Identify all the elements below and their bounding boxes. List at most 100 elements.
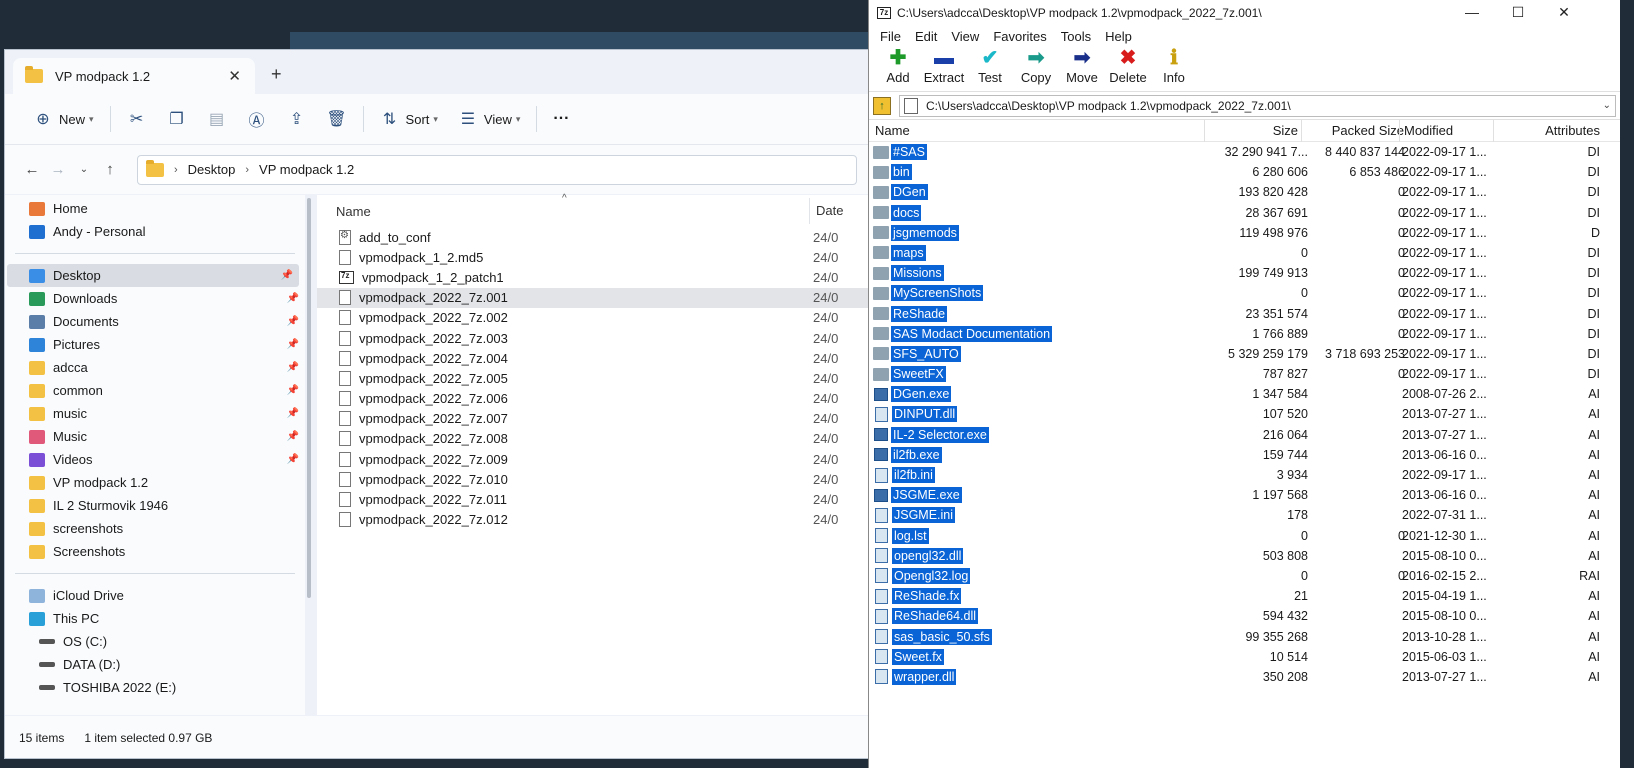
archive-row[interactable]: log.lst 0 0 2021-12-30 1... AI <box>869 526 1620 546</box>
sidebar-item[interactable]: DATA (D:) <box>5 653 305 676</box>
path-field[interactable]: C:\Users\adcca\Desktop\VP modpack 1.2\vp… <box>899 94 1616 117</box>
test-button[interactable]: ✔ Test <box>967 46 1013 85</box>
archive-row[interactable]: wrapper.dll 350 208 2013-07-27 1... AI <box>869 667 1620 687</box>
file-row[interactable]: vpmodpack_2022_7z.007 24/0 <box>317 409 869 429</box>
sidebar-item[interactable]: screenshots <box>5 517 305 540</box>
archive-row[interactable]: SFS_AUTO 5 329 259 179 3 718 693 253 2022-0… <box>869 344 1620 364</box>
column-size[interactable]: Size <box>1273 123 1298 138</box>
sidebar-item[interactable]: Pictures 📌 <box>5 333 305 356</box>
file-row[interactable]: vpmodpack_2022_7z.008 24/0 <box>317 429 869 449</box>
menu-file[interactable]: File <box>873 29 908 44</box>
menu-favorites[interactable]: Favorites <box>986 29 1053 44</box>
close-window-icon[interactable]: ✕ <box>1541 0 1587 26</box>
chevron-down-icon[interactable]: ⌄ <box>1603 100 1611 111</box>
archive-row[interactable]: IL-2 Selector.exe 216 064 2013-07-27 1... A… <box>869 425 1620 445</box>
archive-row[interactable]: maps 0 0 2022-09-17 1... DI <box>869 243 1620 263</box>
close-tab-icon[interactable]: ✕ <box>228 67 241 85</box>
menu-view[interactable]: View <box>944 29 986 44</box>
column-date[interactable]: Date <box>809 198 843 224</box>
column-packed-size[interactable]: Packed Size <box>1332 123 1404 138</box>
file-row[interactable]: vpmodpack_2022_7z.009 24/0 <box>317 449 869 469</box>
sidebar-item[interactable]: Screenshots <box>5 540 305 563</box>
new-button[interactable]: ⊕ New ▾ <box>23 103 104 135</box>
sidebar-item[interactable]: Downloads 📌 <box>5 287 305 310</box>
file-row[interactable]: vpmodpack_2022_7z.010 24/0 <box>317 469 869 489</box>
archive-row[interactable]: il2fb.exe 159 744 2013-06-16 0... AI <box>869 445 1620 465</box>
navigation-scrollbar[interactable] <box>307 198 311 598</box>
tab-vp-modpack[interactable]: VP modpack 1.2 ✕ <box>13 58 255 94</box>
breadcrumb-desktop[interactable]: Desktop <box>188 162 236 177</box>
sidebar-item[interactable]: iCloud Drive <box>5 584 305 607</box>
copy-button[interactable]: ➡ Copy <box>1013 46 1059 85</box>
file-row[interactable]: vpmodpack_2022_7z.006 24/0 <box>317 389 869 409</box>
archive-row[interactable]: opengl32.dll 503 808 2015-08-10 0... AI <box>869 546 1620 566</box>
file-row[interactable]: vpmodpack_2022_7z.002 24/0 <box>317 308 869 328</box>
archive-row[interactable]: jsgmemods 119 498 976 0 2022-09-17 1... D <box>869 223 1620 243</box>
archive-row[interactable]: DGen.exe 1 347 584 2008-07-26 2... AI <box>869 384 1620 404</box>
archive-row[interactable]: JSGME.ini 178 2022-07-31 1... AI <box>869 505 1620 525</box>
sidebar-item[interactable]: Music 📌 <box>5 425 305 448</box>
column-name[interactable]: Name <box>875 123 910 138</box>
archive-row[interactable]: DINPUT.dll 107 520 2013-07-27 1... AI <box>869 404 1620 424</box>
archive-row[interactable]: sas_basic_50.sfs 99 355 268 2013-10-28 1..… <box>869 627 1620 647</box>
archive-row[interactable]: SAS Modact Documentation 1 766 889 0 2022-0… <box>869 324 1620 344</box>
file-row[interactable]: vpmodpack_1_2_patch1 24/0 <box>317 267 869 287</box>
delete-button[interactable]: 🗑 <box>317 103 357 135</box>
sidebar-item[interactable]: common 📌 <box>5 379 305 402</box>
menu-edit[interactable]: Edit <box>908 29 944 44</box>
sidebar-item[interactable]: VP modpack 1.2 <box>5 471 305 494</box>
more-button[interactable]: ··· <box>543 103 579 135</box>
delete-button[interactable]: ✖ Delete <box>1105 46 1151 85</box>
menu-help[interactable]: Help <box>1098 29 1139 44</box>
file-row[interactable]: vpmodpack_2022_7z.005 24/0 <box>317 368 869 388</box>
sort-button[interactable]: ⇅ Sort ▾ <box>370 103 448 135</box>
archive-row[interactable]: Sweet.fx 10 514 2015-06-03 1... AI <box>869 647 1620 667</box>
new-tab-icon[interactable]: + <box>271 64 282 85</box>
menu-tools[interactable]: Tools <box>1054 29 1098 44</box>
share-button[interactable]: ⇪ <box>277 103 317 135</box>
sidebar-item[interactable]: Desktop 📌 <box>7 264 299 287</box>
recent-locations-icon[interactable]: ⌄ <box>71 164 97 175</box>
sidebar-item[interactable]: Home <box>5 197 305 220</box>
breadcrumb-current[interactable]: VP modpack 1.2 <box>259 162 354 177</box>
archive-row[interactable]: DGen 193 820 428 0 2022-09-17 1... DI <box>869 182 1620 202</box>
archive-row[interactable]: Opengl32.log 0 0 2016-02-15 2... RAI <box>869 566 1620 586</box>
sidebar-item[interactable]: Andy - Personal <box>5 220 305 243</box>
sidebar-item[interactable]: This PC <box>5 607 305 630</box>
up-icon[interactable]: ↑ <box>97 161 123 178</box>
cut-button[interactable]: ✂ <box>117 103 157 135</box>
info-button[interactable]: ℹ Info <box>1151 46 1197 85</box>
minimize-icon[interactable]: — <box>1449 0 1495 26</box>
column-modified[interactable]: Modified <box>1404 123 1453 138</box>
back-icon[interactable]: ← <box>19 161 45 178</box>
file-row[interactable]: add_to_conf 24/0 <box>317 227 869 247</box>
sidebar-item[interactable]: adcca 📌 <box>5 356 305 379</box>
breadcrumb[interactable]: › Desktop › VP modpack 1.2 <box>137 154 857 185</box>
file-row[interactable]: vpmodpack_2022_7z.011 24/0 <box>317 489 869 509</box>
file-row[interactable]: vpmodpack_2022_7z.004 24/0 <box>317 348 869 368</box>
archive-row[interactable]: MyScreenShots 0 0 2022-09-17 1... DI <box>869 283 1620 303</box>
archive-row[interactable]: ReShade64.dll 594 432 2015-08-10 0... AI <box>869 606 1620 626</box>
file-row[interactable]: vpmodpack_2022_7z.003 24/0 <box>317 328 869 348</box>
extract-button[interactable]: ▬ Extract <box>921 46 967 85</box>
archive-row[interactable]: ReShade 23 351 574 0 2022-09-17 1... DI <box>869 304 1620 324</box>
column-name[interactable]: Name <box>336 204 371 219</box>
paste-button[interactable]: ▤ <box>197 103 237 135</box>
archive-row[interactable]: JSGME.exe 1 197 568 2013-06-16 0... AI <box>869 485 1620 505</box>
sidebar-item[interactable]: music 📌 <box>5 402 305 425</box>
up-folder-icon[interactable]: ↑ <box>873 96 891 115</box>
move-button[interactable]: ➡ Move <box>1059 46 1105 85</box>
forward-icon[interactable]: → <box>45 161 71 178</box>
add-button[interactable]: ✚ Add <box>875 46 921 85</box>
archive-row[interactable]: ReShade.fx 21 2015-04-19 1... AI <box>869 586 1620 606</box>
sidebar-item[interactable]: Videos 📌 <box>5 448 305 471</box>
sidebar-item[interactable]: OS (C:) <box>5 630 305 653</box>
sidebar-item[interactable]: Documents 📌 <box>5 310 305 333</box>
sidebar-item[interactable]: IL 2 Sturmovik 1946 <box>5 494 305 517</box>
archive-row[interactable]: Missions 199 749 913 0 2022-09-17 1... DI <box>869 263 1620 283</box>
column-attributes[interactable]: Attributes <box>1545 123 1600 138</box>
archive-row[interactable]: docs 28 367 691 0 2022-09-17 1... DI <box>869 203 1620 223</box>
maximize-icon[interactable]: ☐ <box>1495 0 1541 26</box>
file-row[interactable]: vpmodpack_1_2.md5 24/0 <box>317 247 869 267</box>
archive-row[interactable]: il2fb.ini 3 934 2022-09-17 1... AI <box>869 465 1620 485</box>
